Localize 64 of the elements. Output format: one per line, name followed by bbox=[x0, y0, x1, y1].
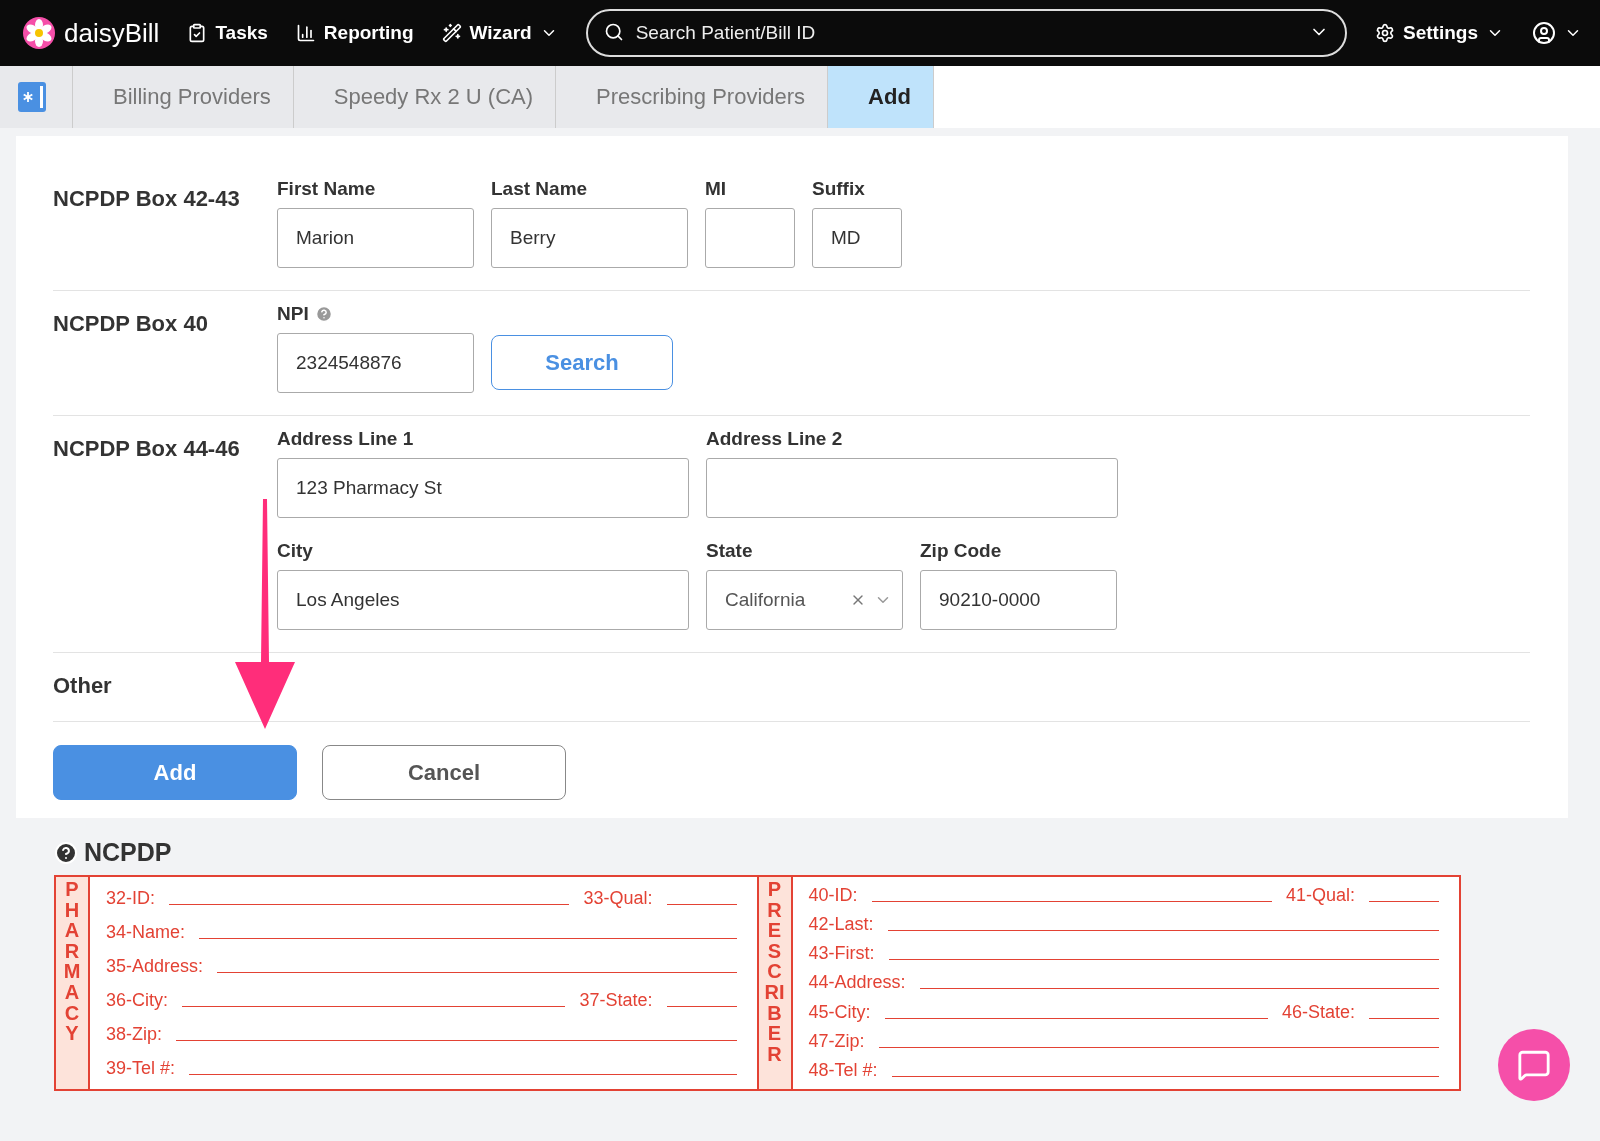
field-label: NPI bbox=[277, 303, 474, 325]
field-label: Zip Code bbox=[920, 540, 1003, 562]
search-icon bbox=[603, 22, 624, 42]
section-title: NCPDP Box 42-43 bbox=[53, 185, 241, 213]
field-label: Suffix bbox=[812, 178, 866, 200]
field-label: Last Name bbox=[491, 178, 589, 200]
input-field[interactable]: 2324548876 bbox=[277, 333, 474, 393]
input-field[interactable]: Berry bbox=[491, 208, 688, 268]
form-field-label: 36-City: bbox=[106, 989, 168, 1011]
field-label: Address Line 2 bbox=[706, 428, 844, 450]
search-field[interactable]: Search Patient/Bill ID bbox=[585, 9, 1348, 57]
section-title: NCPDP Box 40 bbox=[53, 310, 209, 338]
nav-link[interactable]: Wizard bbox=[441, 22, 558, 44]
field-label: MI bbox=[705, 178, 728, 200]
side-label: PRESCRIBER bbox=[764, 877, 785, 1067]
field-label: City bbox=[277, 540, 314, 562]
nav-link[interactable]: Reporting bbox=[295, 22, 414, 44]
help-icon[interactable] bbox=[54, 840, 78, 865]
side-label: PHARMACY bbox=[62, 877, 82, 1047]
input-field[interactable]: 90210-0000 bbox=[920, 570, 1117, 630]
form-field-label: 32-ID: bbox=[106, 887, 156, 909]
flower-logo-icon bbox=[22, 16, 56, 50]
bar-chart-icon bbox=[295, 23, 316, 43]
user-icon bbox=[1532, 21, 1556, 45]
breadcrumb-link[interactable]: Add bbox=[828, 66, 934, 128]
form-field-label: 40-ID: bbox=[808, 885, 858, 907]
input-field[interactable] bbox=[706, 458, 1118, 518]
input-field[interactable]: Marion bbox=[277, 208, 474, 268]
form-field-label: 35-Address: bbox=[106, 955, 204, 977]
form-field-label: 37-State: bbox=[579, 989, 653, 1011]
breadcrumb-link[interactable]: Speedy Rx 2 U (CA) bbox=[293, 66, 557, 128]
input-field[interactable]: Los Angeles bbox=[277, 570, 689, 630]
form-field-label: 38-Zip: bbox=[106, 1023, 163, 1045]
magic-wand-icon bbox=[441, 23, 462, 43]
form-field-label: 47-Zip: bbox=[808, 1030, 865, 1052]
section-title: NCPDP Box 44-46 bbox=[53, 435, 241, 463]
section-title: Other bbox=[53, 672, 113, 699]
chat-icon bbox=[1517, 1048, 1551, 1082]
form-field-label: 39-Tel #: bbox=[106, 1057, 176, 1079]
form-field-label: 41-Qual: bbox=[1285, 885, 1355, 907]
brand-name: daisyBill bbox=[64, 17, 160, 49]
clipboard-check-icon bbox=[187, 23, 208, 43]
form-field-label: 48-Tel #: bbox=[808, 1059, 878, 1081]
field-label: First Name bbox=[277, 178, 377, 200]
breadcrumb-link[interactable]: Prescribing Providers bbox=[556, 66, 829, 128]
input-field[interactable] bbox=[705, 208, 795, 268]
form-field-label: 43-First: bbox=[808, 943, 875, 965]
nav-link[interactable]: Tasks bbox=[187, 22, 268, 44]
settings-icon bbox=[1375, 23, 1396, 43]
form-field-label: 33-Qual: bbox=[583, 887, 653, 909]
input-field[interactable]: MD bbox=[812, 208, 902, 268]
field-label: Address Line 1 bbox=[277, 428, 415, 450]
form-field-label: 44-Address: bbox=[808, 972, 906, 994]
state-select[interactable]: California bbox=[706, 570, 903, 630]
form-field-label: 45-City: bbox=[808, 1001, 871, 1023]
cancel-button[interactable]: Cancel bbox=[322, 745, 566, 800]
form-field-label: 42-Last: bbox=[808, 914, 874, 936]
section-title: NCPDP bbox=[84, 838, 172, 867]
settings-menu[interactable]: Settings bbox=[1375, 22, 1504, 44]
form-field-label: 34-Name: bbox=[106, 921, 186, 943]
input-field[interactable]: 123 Pharmacy St bbox=[277, 458, 689, 518]
field-label: State bbox=[706, 540, 754, 562]
breadcrumb-link[interactable]: Billing Providers bbox=[73, 66, 294, 128]
form-field-label: 46-State: bbox=[1281, 1001, 1355, 1023]
